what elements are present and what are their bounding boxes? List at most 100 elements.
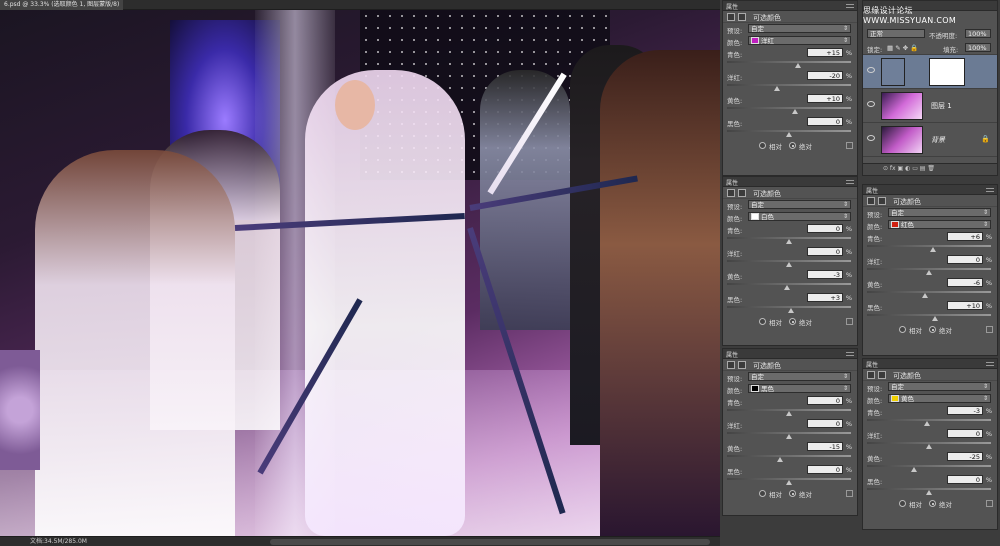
preset-select[interactable]: 自定 ⇕ (748, 372, 851, 381)
blend-mode-select[interactable]: 正常 (867, 29, 925, 38)
panel-header[interactable]: 属性 (723, 1, 857, 11)
panel-footer-icon[interactable] (846, 142, 853, 149)
eye-icon[interactable] (867, 67, 875, 73)
color-select[interactable]: 红色 ⇕ (888, 220, 991, 229)
slider-value-input[interactable]: 0 (947, 255, 983, 264)
slider-value-input[interactable]: +15 (807, 48, 843, 57)
absolute-radio[interactable] (929, 326, 936, 333)
absolute-radio[interactable] (789, 318, 796, 325)
panel-footer-icon[interactable] (986, 500, 993, 507)
slider-handle[interactable] (776, 457, 783, 462)
preset-select[interactable]: 自定 ⇕ (888, 382, 991, 391)
mask-icon[interactable] (878, 197, 886, 205)
color-select[interactable]: 洋红 ⇕ (748, 36, 851, 45)
color-select[interactable]: 白色 ⇕ (748, 212, 851, 221)
slider-track[interactable] (727, 455, 851, 457)
panel-footer-icon[interactable] (986, 326, 993, 333)
slider-handle[interactable] (926, 444, 932, 449)
relative-radio[interactable] (759, 490, 766, 497)
panel-menu-icon[interactable] (986, 188, 994, 192)
slider-value-input[interactable]: 0 (807, 419, 843, 428)
panel-header[interactable]: 属性 (863, 359, 997, 369)
panel-header[interactable]: 属性 (723, 177, 857, 187)
relative-radio[interactable] (759, 318, 766, 325)
slider-handle[interactable] (932, 316, 939, 321)
mask-icon[interactable] (738, 189, 746, 197)
slider-handle[interactable] (786, 239, 792, 244)
mask-icon[interactable] (738, 13, 746, 21)
panel-menu-icon[interactable] (846, 4, 854, 8)
layer-actions-icons[interactable]: ⊙ fx ▣ ◐ ▭ ▤ 🗑 (883, 165, 935, 172)
absolute-radio[interactable] (789, 142, 796, 149)
slider-track[interactable] (727, 107, 851, 109)
slider-handle[interactable] (786, 434, 792, 439)
slider-handle[interactable] (924, 421, 931, 426)
color-select[interactable]: 黄色 ⇕ (888, 394, 991, 403)
panel-menu-icon[interactable] (846, 180, 854, 184)
panel-footer-icon[interactable] (846, 490, 853, 497)
slider-handle[interactable] (926, 270, 932, 275)
slider-handle[interactable] (792, 109, 799, 114)
layer-mask-thumbnail[interactable] (929, 58, 965, 86)
slider-handle[interactable] (786, 411, 792, 416)
document-canvas[interactable] (0, 10, 720, 536)
opacity-input[interactable]: 100% (965, 29, 991, 38)
panel-menu-icon[interactable] (846, 352, 854, 356)
panel-header[interactable]: 属性 (863, 185, 997, 195)
slider-handle[interactable] (926, 490, 932, 495)
preset-select[interactable]: 自定 ⇕ (748, 24, 851, 33)
relative-radio[interactable] (899, 326, 906, 333)
slider-handle[interactable] (929, 247, 936, 252)
slider-value-input[interactable]: +3 (807, 293, 843, 302)
mask-icon[interactable] (878, 371, 886, 379)
slider-value-input[interactable]: -3 (807, 270, 843, 279)
absolute-radio[interactable] (929, 500, 936, 507)
slider-value-input[interactable]: -6 (947, 278, 983, 287)
slider-track[interactable] (727, 61, 851, 63)
panel-menu-icon[interactable] (986, 362, 994, 366)
eye-icon[interactable] (867, 135, 875, 141)
horizontal-scrollbar[interactable] (270, 539, 710, 545)
slider-handle[interactable] (773, 86, 780, 91)
document-tab[interactable]: 6.psd @ 33.3% (选取颜色 1, 图层蒙版/8) (0, 0, 124, 10)
layer-row-adjustment[interactable] (863, 55, 997, 89)
slider-value-input[interactable]: +10 (947, 301, 983, 310)
fill-input[interactable]: 100% (965, 43, 991, 52)
slider-track[interactable] (867, 465, 991, 467)
slider-value-input[interactable]: 0 (807, 396, 843, 405)
lock-icons[interactable]: ▦ ✎ ✥ 🔒 (887, 44, 918, 52)
slider-value-input[interactable]: -25 (947, 452, 983, 461)
mask-icon[interactable] (738, 361, 746, 369)
slider-value-input[interactable]: 0 (807, 117, 843, 126)
relative-radio[interactable] (899, 500, 906, 507)
slider-value-input[interactable]: 0 (807, 247, 843, 256)
layer-row-layer1[interactable]: 图层 1 (863, 89, 997, 123)
panel-header[interactable]: 属性 (723, 349, 857, 359)
slider-value-input[interactable]: 0 (947, 429, 983, 438)
eye-icon[interactable] (867, 101, 875, 107)
slider-handle[interactable] (922, 293, 929, 298)
slider-track[interactable] (727, 84, 851, 86)
slider-value-input[interactable]: +10 (807, 94, 843, 103)
slider-handle[interactable] (795, 63, 802, 68)
slider-track[interactable] (867, 314, 991, 316)
layer-row-background[interactable]: 背景 🔒 (863, 123, 997, 157)
slider-track[interactable] (867, 291, 991, 293)
relative-radio[interactable] (759, 142, 766, 149)
layer-name[interactable]: 背景 (931, 135, 945, 145)
slider-value-input[interactable]: -3 (947, 406, 983, 415)
panel-footer-icon[interactable] (846, 318, 853, 325)
slider-handle[interactable] (786, 262, 792, 267)
color-select[interactable]: 黑色 ⇕ (748, 384, 851, 393)
slider-value-input[interactable]: +6 (947, 232, 983, 241)
slider-value-input[interactable]: 0 (807, 465, 843, 474)
layer-name[interactable]: 图层 1 (931, 101, 952, 111)
slider-handle[interactable] (787, 308, 794, 313)
slider-value-input[interactable]: -20 (807, 71, 843, 80)
absolute-radio[interactable] (789, 490, 796, 497)
panel-header[interactable]: 思缘设计论坛 WWW.MISSYUAN.COM (863, 1, 997, 25)
slider-handle[interactable] (786, 132, 792, 137)
slider-value-input[interactable]: 0 (807, 224, 843, 233)
preset-select[interactable]: 自定 ⇕ (888, 208, 991, 217)
slider-handle[interactable] (784, 285, 791, 290)
